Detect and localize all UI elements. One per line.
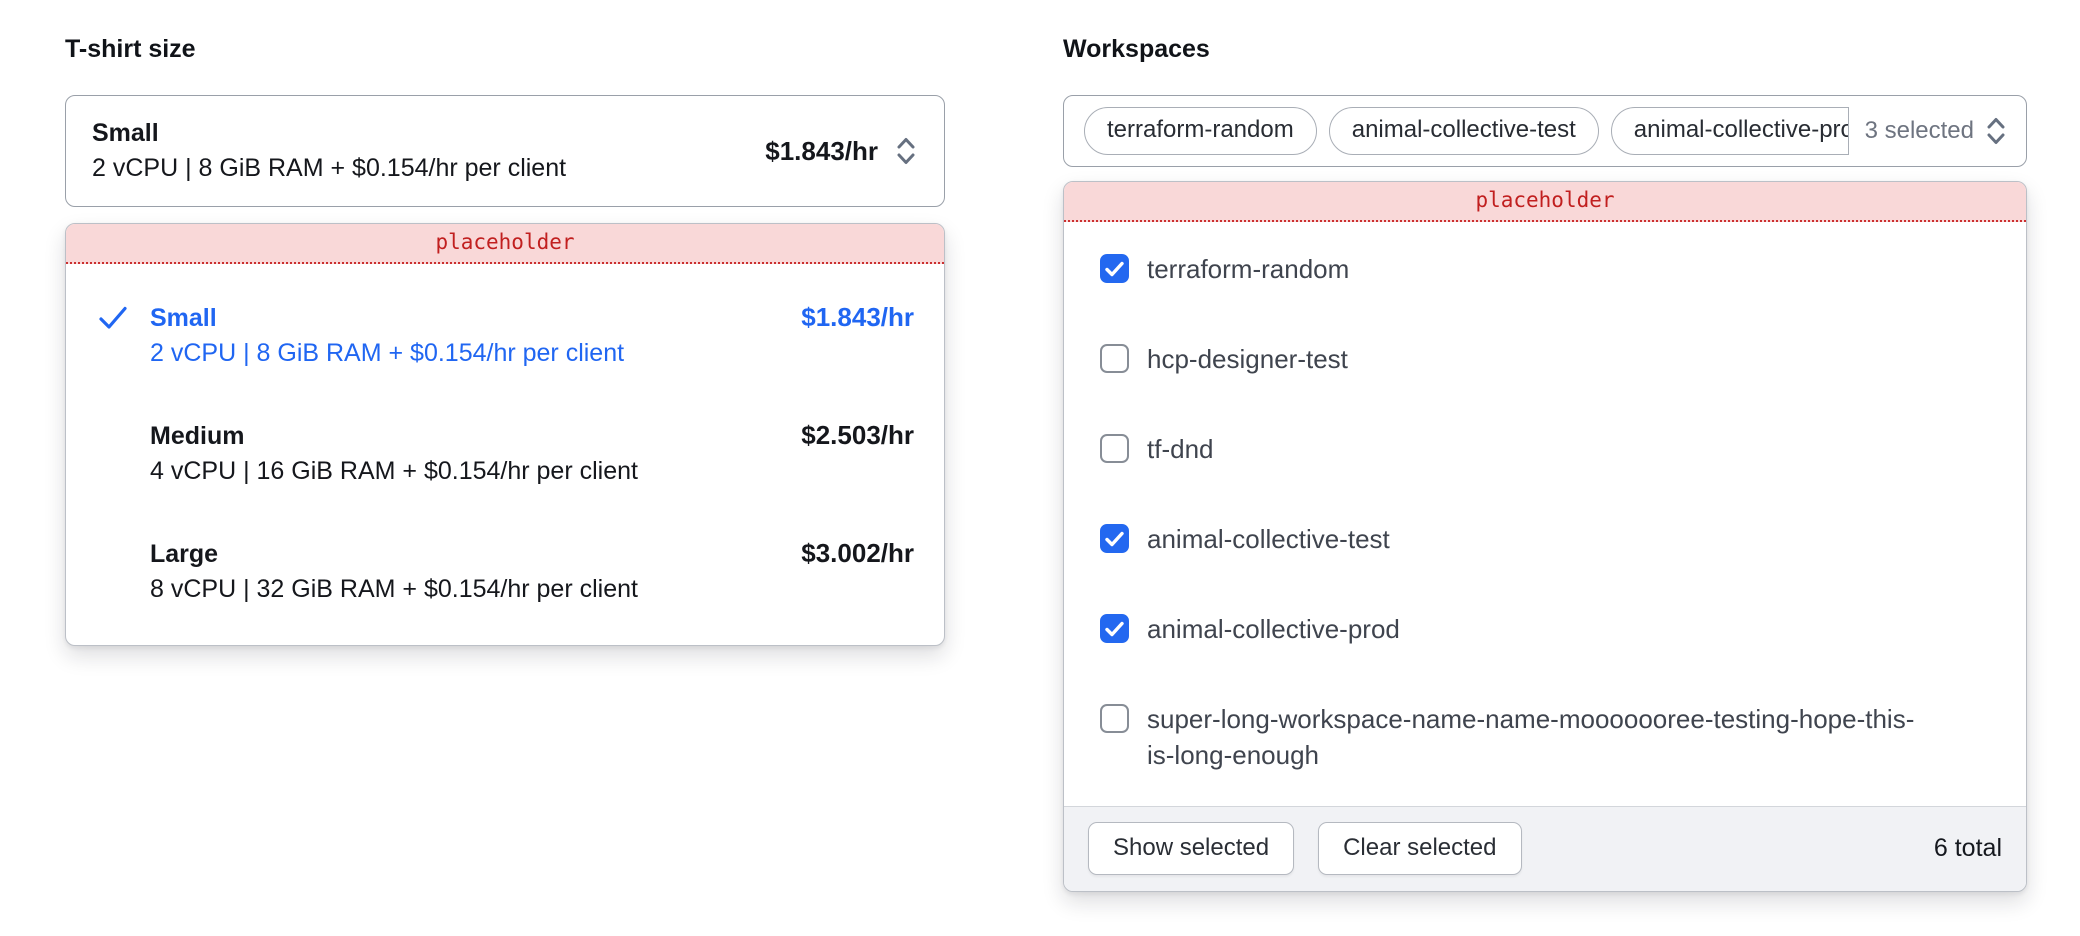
workspace-row-hcp-designer-test[interactable]: hcp-designer-test: [1064, 314, 2026, 404]
checkbox[interactable]: [1100, 434, 1129, 463]
workspace-pill-clipped[interactable]: animal-collective-prod: [1611, 107, 1849, 155]
workspace-name: animal-collective-prod: [1147, 611, 1400, 647]
placeholder-banner: placeholder: [66, 224, 944, 264]
workspace-name: super-long-workspace-name-name-moooooore…: [1147, 701, 1919, 773]
checkbox[interactable]: [1100, 254, 1129, 283]
workspaces-dropdown: placeholder terraform-random hcp-designe…: [1063, 181, 2027, 892]
tshirt-trigger-subtitle: 2 vCPU | 8 GiB RAM + $0.154/hr per clien…: [92, 151, 566, 186]
show-selected-button[interactable]: Show selected: [1088, 822, 1294, 875]
check-icon: [1105, 531, 1124, 547]
tshirt-trigger-text: Small 2 vCPU | 8 GiB RAM + $0.154/hr per…: [92, 116, 566, 186]
workspace-name: animal-collective-test: [1147, 521, 1390, 557]
option-large[interactable]: Large 8 vCPU | 32 GiB RAM + $0.154/hr pe…: [66, 513, 944, 631]
workspace-row-super-long[interactable]: super-long-workspace-name-name-moooooore…: [1064, 674, 2026, 800]
workspace-name: hcp-designer-test: [1147, 341, 1348, 377]
selected-check-icon: [98, 301, 150, 331]
workspace-checkbox-list: terraform-random hcp-designer-test tf-dn…: [1064, 222, 2026, 806]
workspace-row-animal-collective-prod[interactable]: animal-collective-prod: [1064, 584, 2026, 674]
clear-selected-button[interactable]: Clear selected: [1318, 822, 1521, 875]
tshirt-size-label: T-shirt size: [65, 34, 945, 64]
option-price: $3.002/hr: [801, 537, 914, 569]
tshirt-size-section: T-shirt size Small 2 vCPU | 8 GiB RAM + …: [65, 34, 945, 646]
workspaces-select-trigger[interactable]: terraform-random animal-collective-test …: [1063, 95, 2027, 167]
workspaces-dropdown-footer: Show selected Clear selected 6 total: [1064, 806, 2026, 891]
placeholder-banner: placeholder: [1064, 182, 2026, 222]
option-price: $2.503/hr: [801, 419, 914, 451]
checkbox[interactable]: [1100, 704, 1129, 733]
checkbox[interactable]: [1100, 614, 1129, 643]
option-subtitle: 8 vCPU | 32 GiB RAM + $0.154/hr per clie…: [150, 572, 638, 607]
option-subtitle: 4 vCPU | 16 GiB RAM + $0.154/hr per clie…: [150, 454, 638, 489]
selected-check-icon: [98, 419, 150, 423]
workspace-row-tf-dnd[interactable]: tf-dnd: [1064, 404, 2026, 494]
option-small[interactable]: Small 2 vCPU | 8 GiB RAM + $0.154/hr per…: [66, 277, 944, 395]
workspace-pill[interactable]: terraform-random: [1084, 107, 1317, 155]
chevron-up-down-icon: [1984, 114, 2008, 148]
tshirt-trigger-title: Small: [92, 116, 566, 151]
tshirt-trigger-price: $1.843/hr: [765, 136, 878, 167]
workspace-row-terraform-random[interactable]: terraform-random: [1064, 224, 2026, 314]
total-count-text: 6 total: [1934, 834, 2002, 863]
option-medium[interactable]: Medium 4 vCPU | 16 GiB RAM + $0.154/hr p…: [66, 395, 944, 513]
workspace-name: tf-dnd: [1147, 431, 1214, 467]
checkbox[interactable]: [1100, 524, 1129, 553]
option-title: Small: [150, 301, 624, 336]
selected-workspace-pills: terraform-random animal-collective-test …: [1084, 107, 1849, 155]
selected-check-icon: [98, 537, 150, 541]
check-icon: [1105, 261, 1124, 277]
workspace-name: terraform-random: [1147, 251, 1349, 287]
tshirt-size-dropdown: placeholder Small 2 vCPU | 8 GiB RAM + $…: [65, 223, 945, 646]
option-price: $1.843/hr: [801, 301, 914, 333]
selected-count-text: 3 selected: [1865, 117, 1974, 145]
chevron-up-down-icon: [894, 134, 918, 168]
workspaces-section: Workspaces terraform-random animal-colle…: [1063, 34, 2027, 892]
option-subtitle: 2 vCPU | 8 GiB RAM + $0.154/hr per clien…: [150, 336, 624, 371]
check-icon: [1105, 621, 1124, 637]
tshirt-option-list: Small 2 vCPU | 8 GiB RAM + $0.154/hr per…: [66, 264, 944, 645]
workspaces-label: Workspaces: [1063, 34, 2027, 64]
option-title: Large: [150, 537, 638, 572]
option-title: Medium: [150, 419, 638, 454]
tshirt-size-select-trigger[interactable]: Small 2 vCPU | 8 GiB RAM + $0.154/hr per…: [65, 95, 945, 207]
workspace-row-animal-collective-test[interactable]: animal-collective-test: [1064, 494, 2026, 584]
checkbox[interactable]: [1100, 344, 1129, 373]
workspace-pill[interactable]: animal-collective-test: [1329, 107, 1599, 155]
